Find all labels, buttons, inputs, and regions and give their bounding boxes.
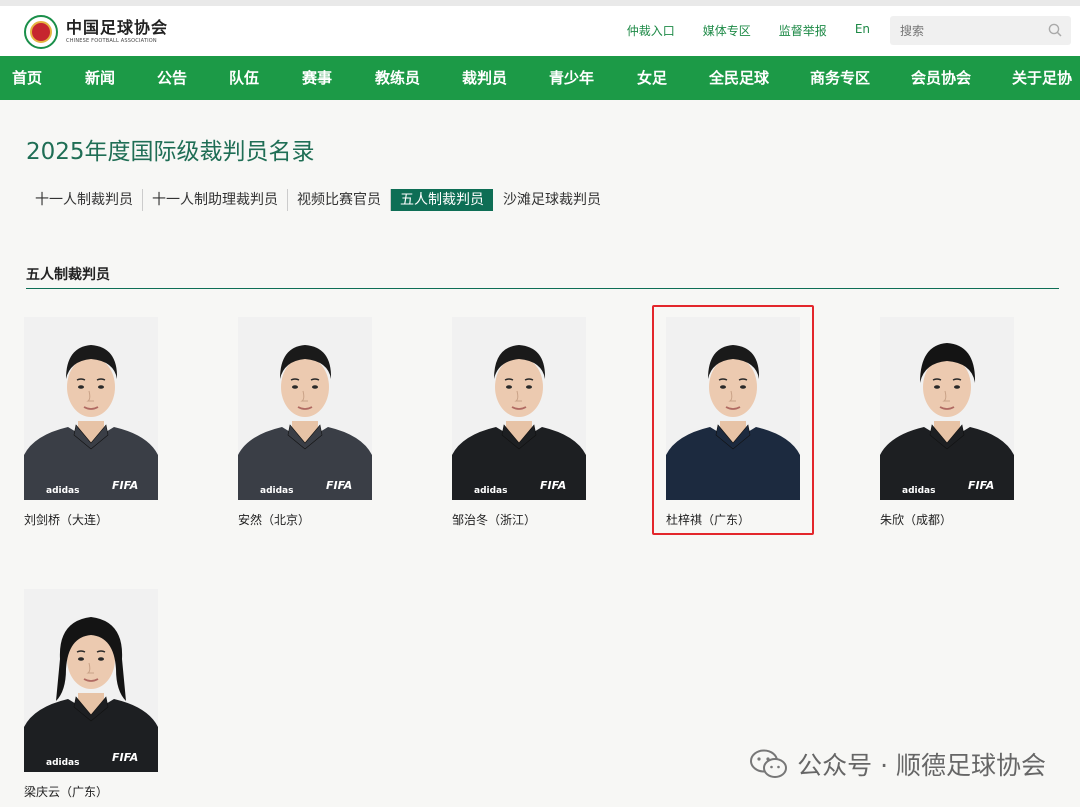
nav-competitions[interactable]: 赛事 [302,56,332,100]
nav-news[interactable]: 新闻 [85,56,115,100]
referee-photo[interactable]: adidas FIFA [24,317,158,500]
portrait-image: adidas FIFA [24,317,158,500]
referee-name[interactable]: 杜梓祺（广东） [666,511,750,528]
svg-text:adidas: adidas [46,486,79,496]
toplink-english[interactable]: En [855,22,870,39]
top-links: 仲裁入口 媒体专区 监督举报 En [627,22,870,39]
referee-name[interactable]: 刘剑桥（大连） [24,511,108,528]
svg-text:adidas: adidas [46,758,79,768]
portrait-image: adidas FIFA [452,317,586,500]
nav-teams[interactable]: 队伍 [229,56,259,100]
wechat-icon [750,749,788,778]
main-nav: 首页 新闻 公告 队伍 赛事 教练员 裁判员 青少年 女足 全民足球 商务专区 … [0,56,1080,100]
referee-name[interactable]: 邹治冬（浙江） [452,511,536,528]
referee-photo[interactable]: adidas FIFA [238,317,372,500]
portrait-image: adidas FIFA [24,589,158,772]
site-header: 中国足球协会 CHINESE FOOTBALL ASSOCIATION 仲裁入口… [0,6,1080,56]
referee-card[interactable]: adidas FIFA 朱欣（成都） [880,317,1014,527]
search-box [890,16,1071,45]
nav-referees[interactable]: 裁判员 [462,56,507,100]
svg-text:FIFA: FIFA [326,479,352,492]
toplink-media[interactable]: 媒体专区 [703,22,751,39]
svg-text:FIFA: FIFA [540,479,566,492]
svg-text:adidas: adidas [474,486,507,496]
nav-members[interactable]: 会员协会 [911,56,971,100]
wechat-watermark: 公众号 · 顺德足球协会 [749,746,1046,782]
nav-about[interactable]: 关于足协 [1012,56,1072,100]
nav-womens[interactable]: 女足 [637,56,667,100]
nav-youth[interactable]: 青少年 [549,56,594,100]
svg-text:adidas: adidas [260,486,293,496]
section-title: 五人制裁判员 [26,267,110,283]
referee-card[interactable]: adidas FIFA 刘剑桥（大连） [24,317,158,527]
toplink-report[interactable]: 监督举报 [779,22,827,39]
logo-subtitle: CHINESE FOOTBALL ASSOCIATION [66,38,157,44]
svg-text:adidas: adidas [902,486,935,496]
tab-futsal-referees[interactable]: 五人制裁判员 [391,189,493,211]
page-title: 2025年度国际级裁判员名录 [26,139,315,165]
portrait-image: adidas FIFA [880,317,1014,500]
svg-text:FIFA: FIFA [968,479,994,492]
referee-card[interactable]: adidas FIFA 安然（北京） [238,317,372,527]
tab-11-assistant-referees[interactable]: 十一人制助理裁判员 [143,189,288,211]
nav-coaches[interactable]: 教练员 [375,56,420,100]
referee-photo[interactable]: adidas FIFA [452,317,586,500]
referee-name[interactable]: 安然（北京） [238,511,310,528]
referee-name[interactable]: 朱欣（成都） [880,511,952,528]
logo-title: 中国足球协会 [66,18,169,37]
svg-text:FIFA: FIFA [112,751,138,764]
nav-business[interactable]: 商务专区 [810,56,870,100]
cfa-logo[interactable]: 中国足球协会 CHINESE FOOTBALL ASSOCIATION [24,14,174,50]
portrait-image: adidas FIFA [238,317,372,500]
svg-text:FIFA: FIFA [112,479,138,492]
portrait-image [666,317,800,500]
watermark-text: 公众号 · 顺德足球协会 [797,751,1046,780]
section-divider [26,288,1059,289]
referee-card[interactable]: adidas FIFA 邹治冬（浙江） [452,317,586,527]
referee-name[interactable]: 梁庆云（广东） [24,783,108,800]
nav-notices[interactable]: 公告 [157,56,187,100]
tab-11-referees[interactable]: 十一人制裁判员 [26,189,143,211]
nav-grassroots[interactable]: 全民足球 [709,56,769,100]
referee-card[interactable]: adidas FIFA 梁庆云（广东） [24,589,158,799]
tab-beach-soccer-referees[interactable]: 沙滩足球裁判员 [494,189,610,211]
tab-video-officials[interactable]: 视频比赛官员 [288,189,391,211]
search-icon[interactable] [1048,23,1062,37]
cfa-badge-icon [24,15,58,49]
referee-card[interactable]: 杜梓祺（广东） [666,317,800,527]
search-input[interactable] [890,23,1030,38]
referee-photo[interactable]: adidas FIFA [880,317,1014,500]
referee-photo[interactable] [666,317,800,500]
referee-photo[interactable]: adidas FIFA [24,589,158,772]
toplink-arbitration[interactable]: 仲裁入口 [627,22,675,39]
nav-home[interactable]: 首页 [12,56,42,100]
referee-category-tabs: 十一人制裁判员 十一人制助理裁判员 视频比赛官员 五人制裁判员 沙滩足球裁判员 [26,189,610,211]
